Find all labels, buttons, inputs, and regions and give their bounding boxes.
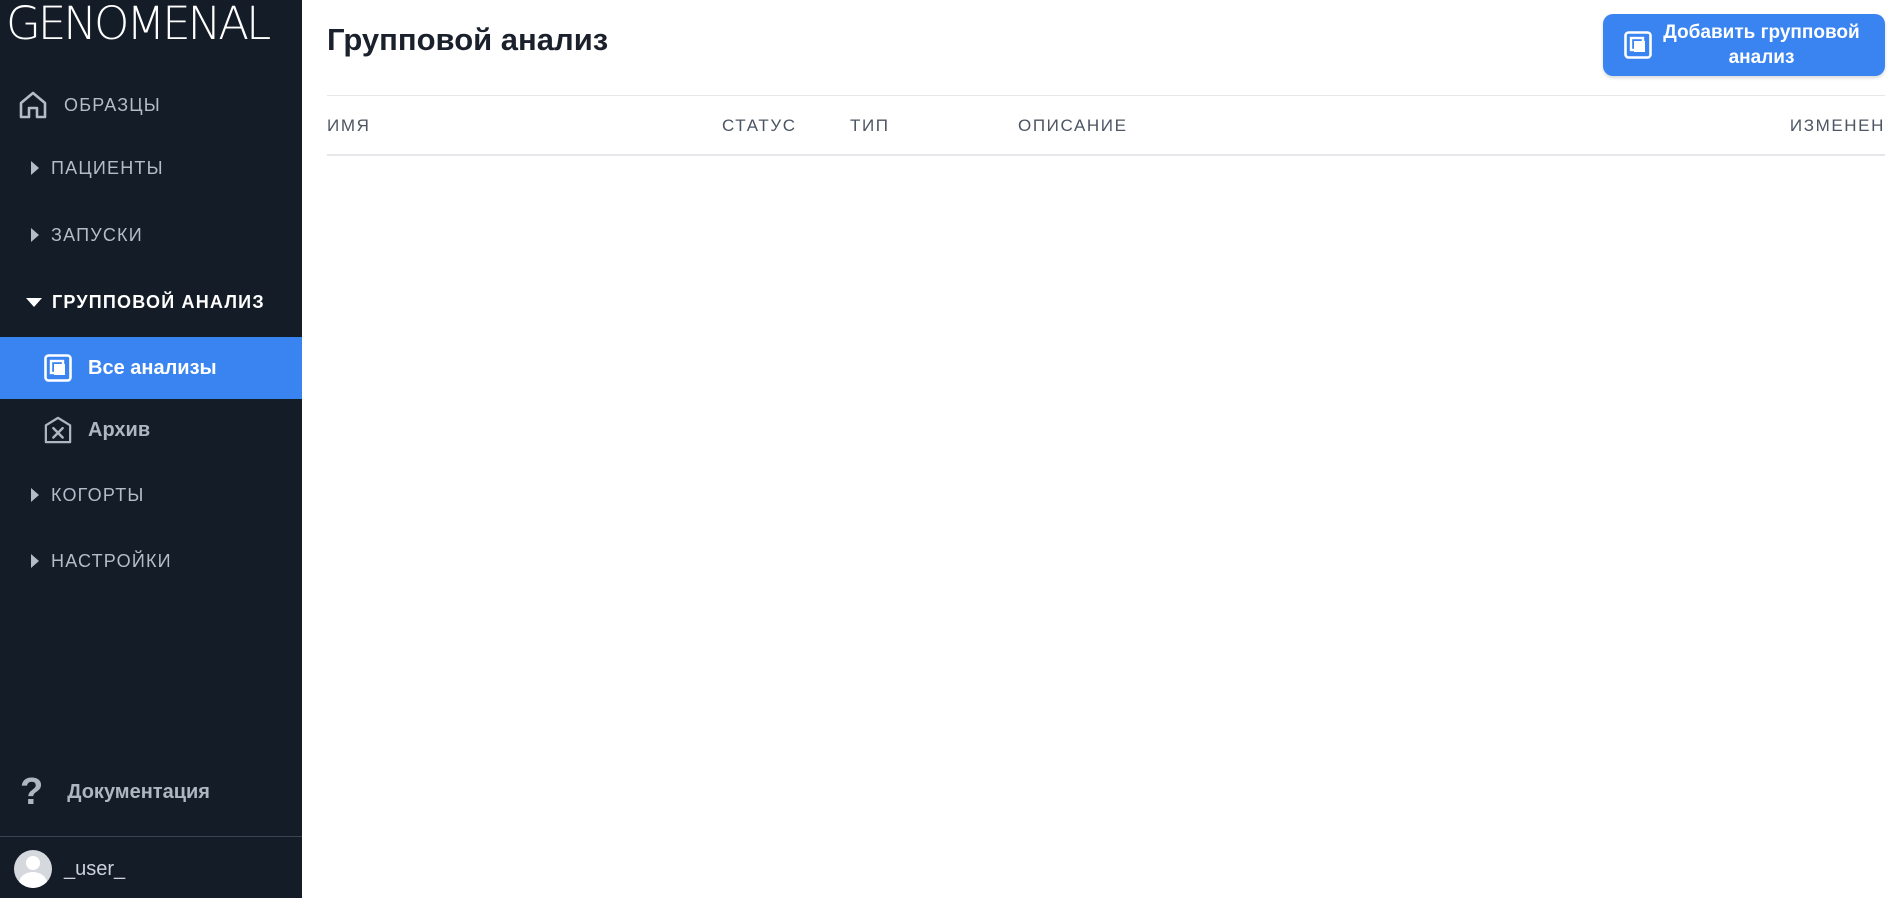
- caret-right-icon: [31, 161, 39, 175]
- column-header-modified[interactable]: ИЗМЕНЕН: [1790, 116, 1885, 136]
- app-logo[interactable]: GENOMENAL: [6, 0, 271, 48]
- caret-down-icon: [26, 297, 42, 307]
- sidebar-item-archive[interactable]: Архив: [0, 399, 302, 461]
- user-name: _user_: [64, 857, 126, 880]
- sidebar-item-label: Все анализы: [88, 356, 217, 379]
- user-menu[interactable]: _user_: [0, 846, 302, 892]
- add-group-analysis-button[interactable]: Добавить групповой анализ: [1603, 14, 1885, 76]
- sidebar-item-all-analyses[interactable]: Все анализы: [0, 337, 302, 399]
- nav-section-cohorts[interactable]: КОГОРТЫ: [0, 477, 302, 513]
- nav-section-patients[interactable]: ПАЦИЕНТЫ: [0, 150, 302, 186]
- table-header: ИМЯ СТАТУС ТИП ОПИСАНИЕ ИЗМЕНЕН: [327, 96, 1885, 154]
- main-content: Групповой анализ Добавить групповой анал…: [302, 0, 1890, 898]
- nav-section-label: КОГОРТЫ: [51, 484, 145, 505]
- caret-right-icon: [31, 488, 39, 502]
- table-header-border: [327, 154, 1885, 156]
- home-icon: [16, 88, 50, 122]
- nav-section-runs[interactable]: ЗАПУСКИ: [0, 217, 302, 253]
- nav-item-samples[interactable]: ОБРАЗЦЫ: [0, 85, 302, 125]
- column-header-type[interactable]: ТИП: [850, 116, 890, 136]
- nav-section-settings[interactable]: НАСТРОЙКИ: [0, 543, 302, 579]
- page-title: Групповой анализ: [327, 22, 609, 57]
- column-header-description[interactable]: ОПИСАНИЕ: [1018, 116, 1128, 136]
- caret-right-icon: [31, 554, 39, 568]
- add-button-label: Добавить групповой анализ: [1663, 22, 1860, 68]
- nav-section-label: НАСТРОЙКИ: [51, 550, 172, 571]
- nav-item-samples-label: ОБРАЗЦЫ: [64, 94, 161, 115]
- nav-section-label: ЗАПУСКИ: [51, 224, 143, 245]
- nav-section-group-analysis[interactable]: ГРУППОВОЙ АНАЛИЗ: [0, 284, 302, 320]
- nav-section-label: ГРУППОВОЙ АНАЛИЗ: [52, 291, 265, 312]
- sidebar-divider: [0, 836, 302, 837]
- documentation-link[interactable]: ? Документация: [0, 772, 302, 812]
- archive-x-icon: [44, 416, 72, 444]
- avatar: [14, 850, 52, 888]
- caret-right-icon: [31, 228, 39, 242]
- sidebar: GENOMENAL ОБРАЗЦЫ ПАЦИЕНТЫ ЗАПУСКИ ГРУПП…: [0, 0, 302, 898]
- sidebar-item-label: Архив: [88, 418, 151, 441]
- nav-section-label: ПАЦИЕНТЫ: [51, 157, 164, 178]
- documentation-label: Документация: [67, 780, 210, 803]
- layers-icon: [1624, 31, 1652, 59]
- column-header-status[interactable]: СТАТУС: [722, 116, 797, 136]
- column-header-name[interactable]: ИМЯ: [327, 116, 370, 136]
- question-icon: ?: [20, 771, 44, 813]
- layers-icon: [44, 354, 72, 382]
